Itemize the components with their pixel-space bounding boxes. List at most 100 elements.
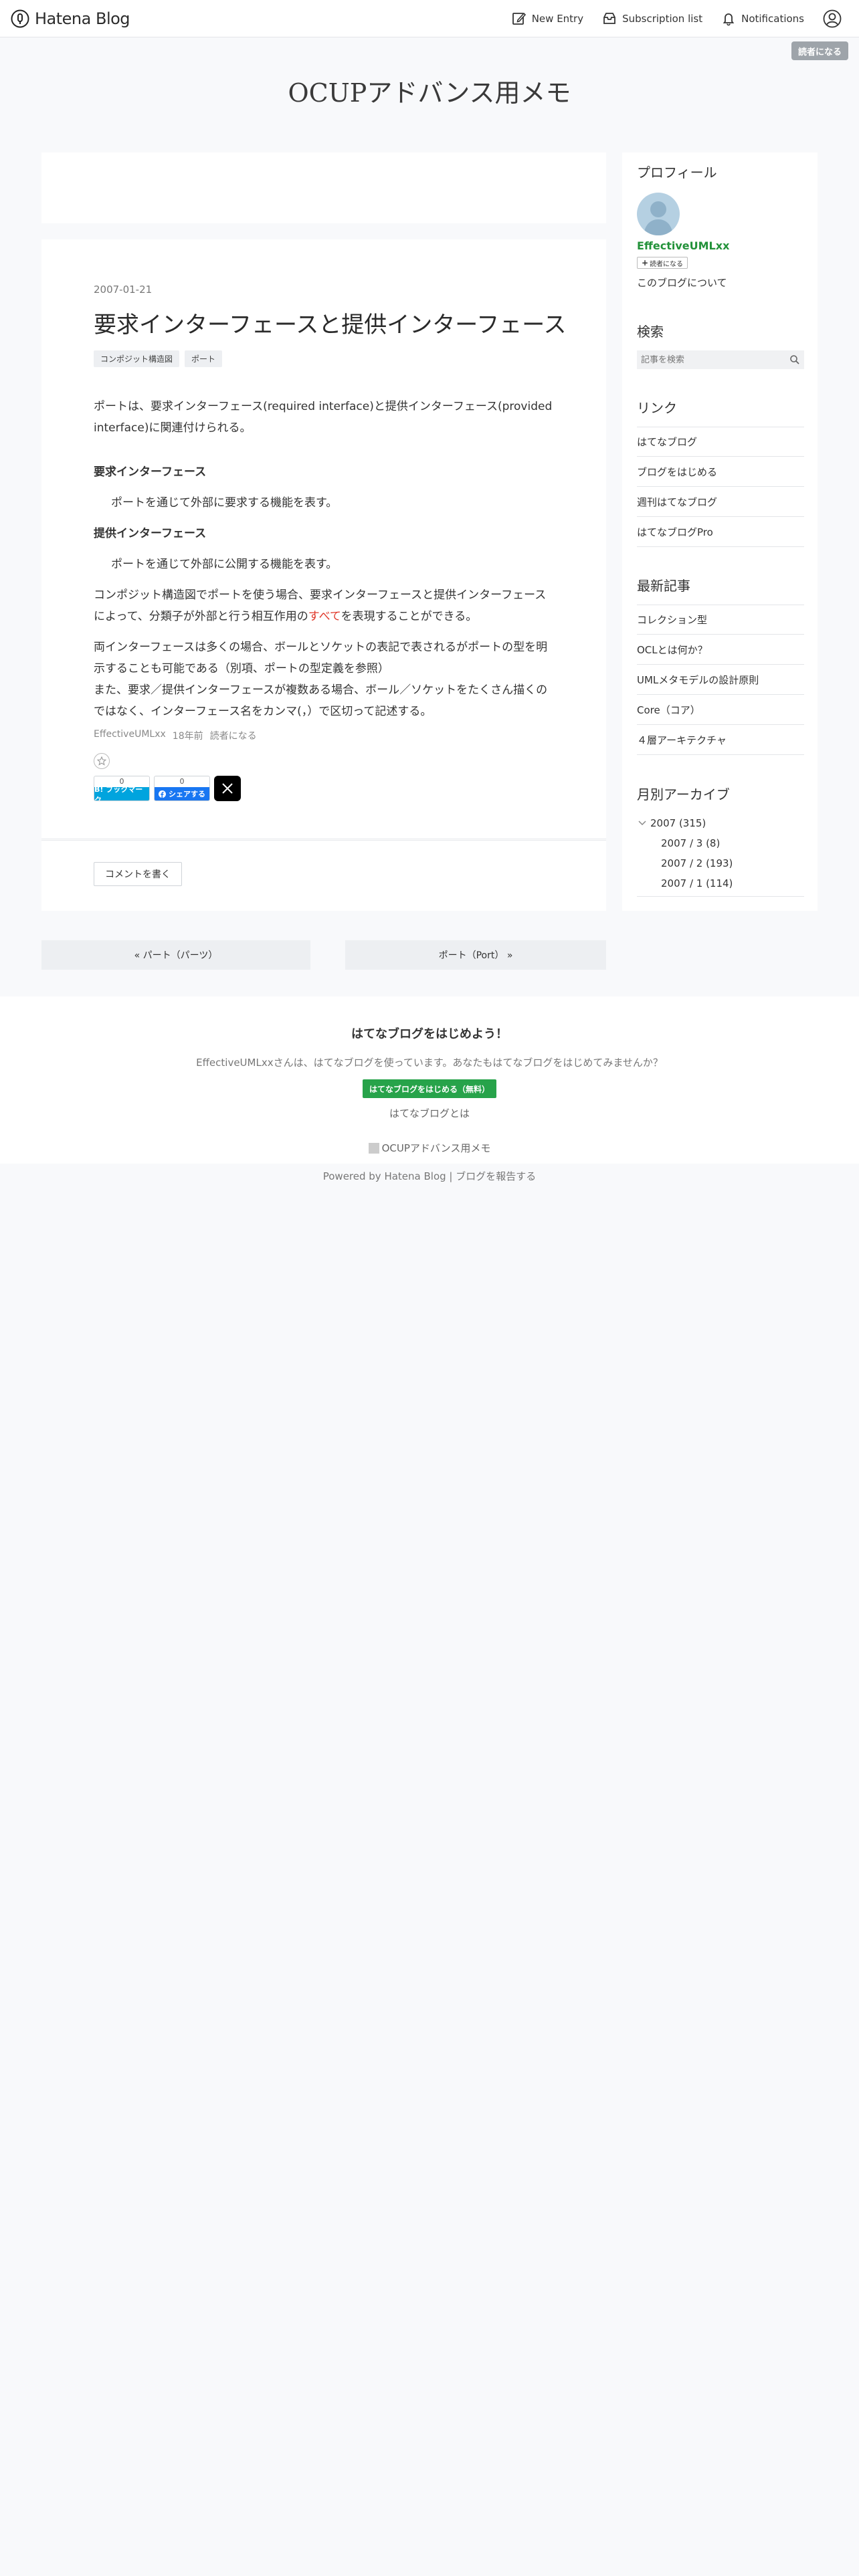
link-item[interactable]: 週刊はてなブログ bbox=[637, 487, 804, 517]
entry-paragraph: ポートを通じて外部に要求する機能を表す。 bbox=[111, 496, 338, 510]
footer-powered: Powered by Hatena Blog | ブログを報告する bbox=[0, 1169, 859, 1183]
profile-follow-button[interactable]: + 読者になる bbox=[637, 257, 688, 269]
header-actions: New Entry Subscription list Notification… bbox=[493, 9, 847, 28]
plus-icon: + bbox=[642, 258, 649, 267]
new-entry-label: New Entry bbox=[531, 12, 584, 25]
category-tag[interactable]: コンポジット構造図 bbox=[94, 350, 180, 367]
archive-year-item[interactable]: 2007 (315) bbox=[637, 813, 804, 833]
hatena-bookmark-button[interactable]: 0 B! ブックマーク bbox=[94, 776, 150, 801]
entry-time[interactable]: 18年前 bbox=[173, 729, 203, 742]
footer-title: はてなブログをはじめよう！ bbox=[351, 1027, 508, 1041]
entry-text-span: を表現することができる。 bbox=[341, 610, 478, 623]
entry-article: 2007-01-21 要求インターフェースと提供インターフェース コンポジット構… bbox=[41, 239, 606, 840]
bookmark-label: B! ブックマーク bbox=[94, 785, 149, 800]
recent-entry-item[interactable]: ４層アーキテクチャ bbox=[637, 725, 804, 755]
inbox-icon bbox=[603, 12, 616, 24]
recent-entry-item[interactable]: OCLとは何か？ bbox=[637, 635, 804, 665]
entry-footer: EffectiveUMLxx 18年前 読者になる bbox=[94, 729, 264, 742]
category-tag[interactable]: ポート bbox=[185, 350, 223, 367]
archive-divider bbox=[637, 896, 804, 897]
links-heading: リンク bbox=[637, 400, 677, 416]
search-heading: 検索 bbox=[637, 324, 664, 340]
pager-prev-link[interactable]: « パート（パーツ） bbox=[41, 940, 310, 970]
facebook-count: 0 bbox=[179, 777, 185, 786]
avatar[interactable] bbox=[637, 193, 680, 235]
start-blog-button[interactable]: はてなブログをはじめる（無料） bbox=[363, 1079, 496, 1098]
archive-month-item[interactable]: 2007 / 1 (114) bbox=[637, 873, 804, 893]
subscription-list-label: Subscription list bbox=[622, 12, 703, 25]
star-icon bbox=[97, 756, 106, 766]
avatar-silhouette-icon bbox=[644, 201, 673, 235]
user-menu-button[interactable] bbox=[823, 9, 847, 28]
global-header: Hatena Blog New Entry Subscription list … bbox=[0, 0, 859, 37]
archive-list: 2007 (315) 2007 / 3 (8) 2007 / 2 (193) 2… bbox=[637, 813, 804, 897]
blog-favicon-icon bbox=[368, 1142, 379, 1154]
search-icon[interactable] bbox=[789, 354, 800, 365]
facebook-label-text: シェアする bbox=[169, 790, 205, 798]
logo-text: Hatena Blog bbox=[35, 9, 130, 28]
facebook-share-button[interactable]: 0 シェアする bbox=[154, 776, 210, 801]
add-star-button[interactable] bbox=[94, 753, 110, 769]
comment-section: コメントを書く bbox=[41, 840, 606, 911]
profile-username[interactable]: EffectiveUMLxx bbox=[637, 239, 729, 252]
follow-label: 読者になる bbox=[650, 260, 684, 268]
ad-area bbox=[41, 152, 606, 223]
entry-paragraph: ポートは、要求インターフェース(required interface)と提供イン… bbox=[94, 400, 553, 435]
entry-heading: 要求インターフェース bbox=[94, 465, 207, 479]
notifications-link[interactable]: Notifications bbox=[721, 11, 804, 26]
write-comment-button[interactable]: コメントを書く bbox=[94, 862, 182, 886]
pager-next-link[interactable]: ポート（Port） » bbox=[345, 940, 606, 970]
sidebar: プロフィール EffectiveUMLxx + 読者になる このブログについて … bbox=[622, 152, 818, 911]
footer-description: EffectiveUMLxxさんは、はてなブログを使っています。あなたもはてなブ… bbox=[196, 1057, 663, 1069]
recent-entries-list: コレクション型 OCLとは何か？ UMLメタモデルの設計原則 Core（コア） … bbox=[637, 605, 804, 755]
entry-paragraph: ポートを通じて外部に公開する機能を表す。 bbox=[111, 558, 338, 571]
report-blog-link[interactable]: ブログを報告する bbox=[456, 1170, 536, 1182]
entry-paragraph: 両インターフェースは多くの場合、ボールとソケットの表記で表されるがポートの型を明… bbox=[94, 641, 548, 675]
new-entry-link[interactable]: New Entry bbox=[512, 11, 583, 26]
recent-entry-item[interactable]: UMLメタモデルの設計原則 bbox=[637, 665, 804, 695]
footer-blog-link[interactable]: OCUPアドバンス用メモ bbox=[0, 1141, 859, 1155]
x-share-button[interactable] bbox=[214, 776, 241, 801]
page-footer: はてなブログをはじめよう！ EffectiveUMLxxさんは、はてなブログを使… bbox=[0, 996, 859, 1182]
link-item[interactable]: はてなブログ bbox=[637, 427, 804, 457]
entry-subscribe-link[interactable]: 読者になる bbox=[210, 729, 257, 742]
archive-year-label: 2007 (315) bbox=[650, 817, 706, 829]
entry-categories: コンポジット構造図 ポート bbox=[94, 350, 227, 367]
chevron-down-icon[interactable] bbox=[637, 819, 648, 827]
facebook-label: シェアする bbox=[155, 787, 209, 800]
archive-month-item[interactable]: 2007 / 3 (8) bbox=[637, 833, 804, 853]
link-item[interactable]: はてなブログPro bbox=[637, 517, 804, 547]
facebook-icon bbox=[159, 790, 166, 798]
entry-paragraph: コンポジット構造図でポートを使う場合、要求インターフェースと提供インターフェース… bbox=[94, 584, 555, 627]
subscribe-badge[interactable]: 読者になる bbox=[791, 41, 848, 60]
entry-emphasis: すべて bbox=[308, 610, 341, 623]
bell-icon bbox=[723, 13, 735, 25]
share-buttons: 0 B! ブックマーク 0 シェアする bbox=[94, 776, 241, 801]
pencil-icon bbox=[512, 12, 526, 25]
profile-heading: プロフィール bbox=[637, 165, 717, 181]
hatena-blog-logo[interactable]: Hatena Blog bbox=[11, 9, 130, 28]
about-blog-link[interactable]: このブログについて bbox=[637, 276, 727, 290]
recent-entry-item[interactable]: コレクション型 bbox=[637, 605, 804, 635]
link-item[interactable]: ブログをはじめる bbox=[637, 457, 804, 487]
footer-blog-name: OCUPアドバンス用メモ bbox=[381, 1142, 491, 1154]
powered-by-link[interactable]: Powered by Hatena Blog bbox=[323, 1170, 446, 1182]
entry-heading: 提供インターフェース bbox=[94, 527, 207, 540]
entry-title[interactable]: 要求インターフェースと提供インターフェース bbox=[94, 306, 567, 339]
recent-heading: 最新記事 bbox=[637, 578, 690, 594]
user-icon bbox=[823, 9, 842, 27]
entry-date[interactable]: 2007-01-21 bbox=[94, 284, 152, 296]
x-logo-icon bbox=[222, 783, 233, 794]
subscription-list-link[interactable]: Subscription list bbox=[602, 11, 702, 26]
archive-heading: 月別アーカイブ bbox=[637, 786, 730, 802]
search-box bbox=[637, 350, 804, 369]
recent-entry-item[interactable]: Core（コア） bbox=[637, 695, 804, 725]
search-input[interactable] bbox=[637, 351, 784, 368]
entry-author[interactable]: EffectiveUMLxx bbox=[94, 729, 166, 742]
blog-title[interactable]: OCUPアドバンス用メモ bbox=[0, 72, 859, 109]
what-is-hatena-blog-link[interactable]: はてなブログとは bbox=[0, 1106, 859, 1120]
notifications-label: Notifications bbox=[741, 12, 804, 25]
archive-month-item[interactable]: 2007 / 2 (193) bbox=[637, 853, 804, 873]
hatena-logo-icon bbox=[11, 9, 29, 27]
links-list: はてなブログ ブログをはじめる 週刊はてなブログ はてなブログPro bbox=[637, 427, 804, 547]
